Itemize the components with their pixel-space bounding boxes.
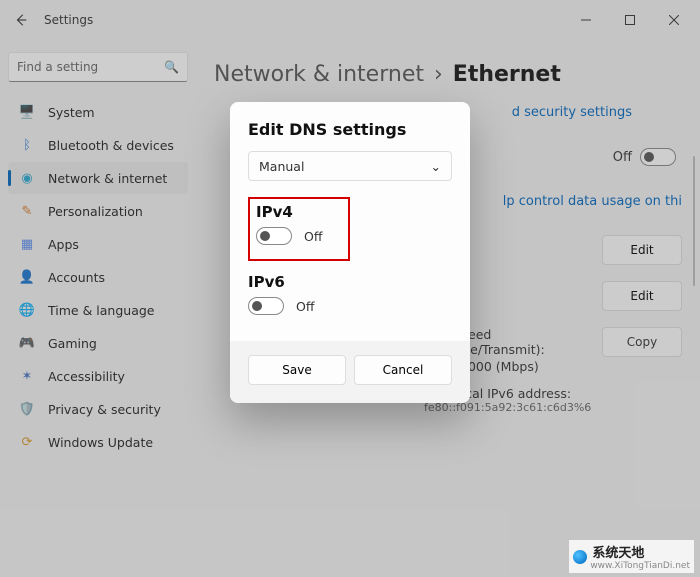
edit-dns-dialog: Edit DNS settings Manual ⌄ IPv4 Off IPv6… [230, 102, 470, 403]
ipv6-toggle[interactable] [248, 297, 284, 315]
dialog-footer: Save Cancel [230, 341, 470, 403]
watermark-text: 系统天地 [592, 542, 690, 561]
watermark-logo-icon [573, 550, 587, 564]
watermark: 系统天地 www.XiTongTianDi.net [569, 540, 694, 573]
save-button[interactable]: Save [248, 355, 346, 385]
dialog-title: Edit DNS settings [248, 120, 452, 139]
dropdown-value: Manual [259, 159, 304, 174]
dns-mode-dropdown[interactable]: Manual ⌄ [248, 151, 452, 181]
watermark-url: www.XiTongTianDi.net [590, 561, 690, 571]
ipv4-label: IPv4 [256, 203, 322, 221]
modal-overlay[interactable]: Edit DNS settings Manual ⌄ IPv4 Off IPv6… [0, 0, 700, 577]
highlight-box: IPv4 Off [248, 197, 350, 261]
ipv4-toggle[interactable] [256, 227, 292, 245]
cancel-button[interactable]: Cancel [354, 355, 452, 385]
ipv6-state: Off [296, 299, 314, 314]
ipv4-state: Off [304, 229, 322, 244]
ipv6-label: IPv6 [248, 273, 452, 291]
chevron-down-icon: ⌄ [431, 159, 441, 174]
